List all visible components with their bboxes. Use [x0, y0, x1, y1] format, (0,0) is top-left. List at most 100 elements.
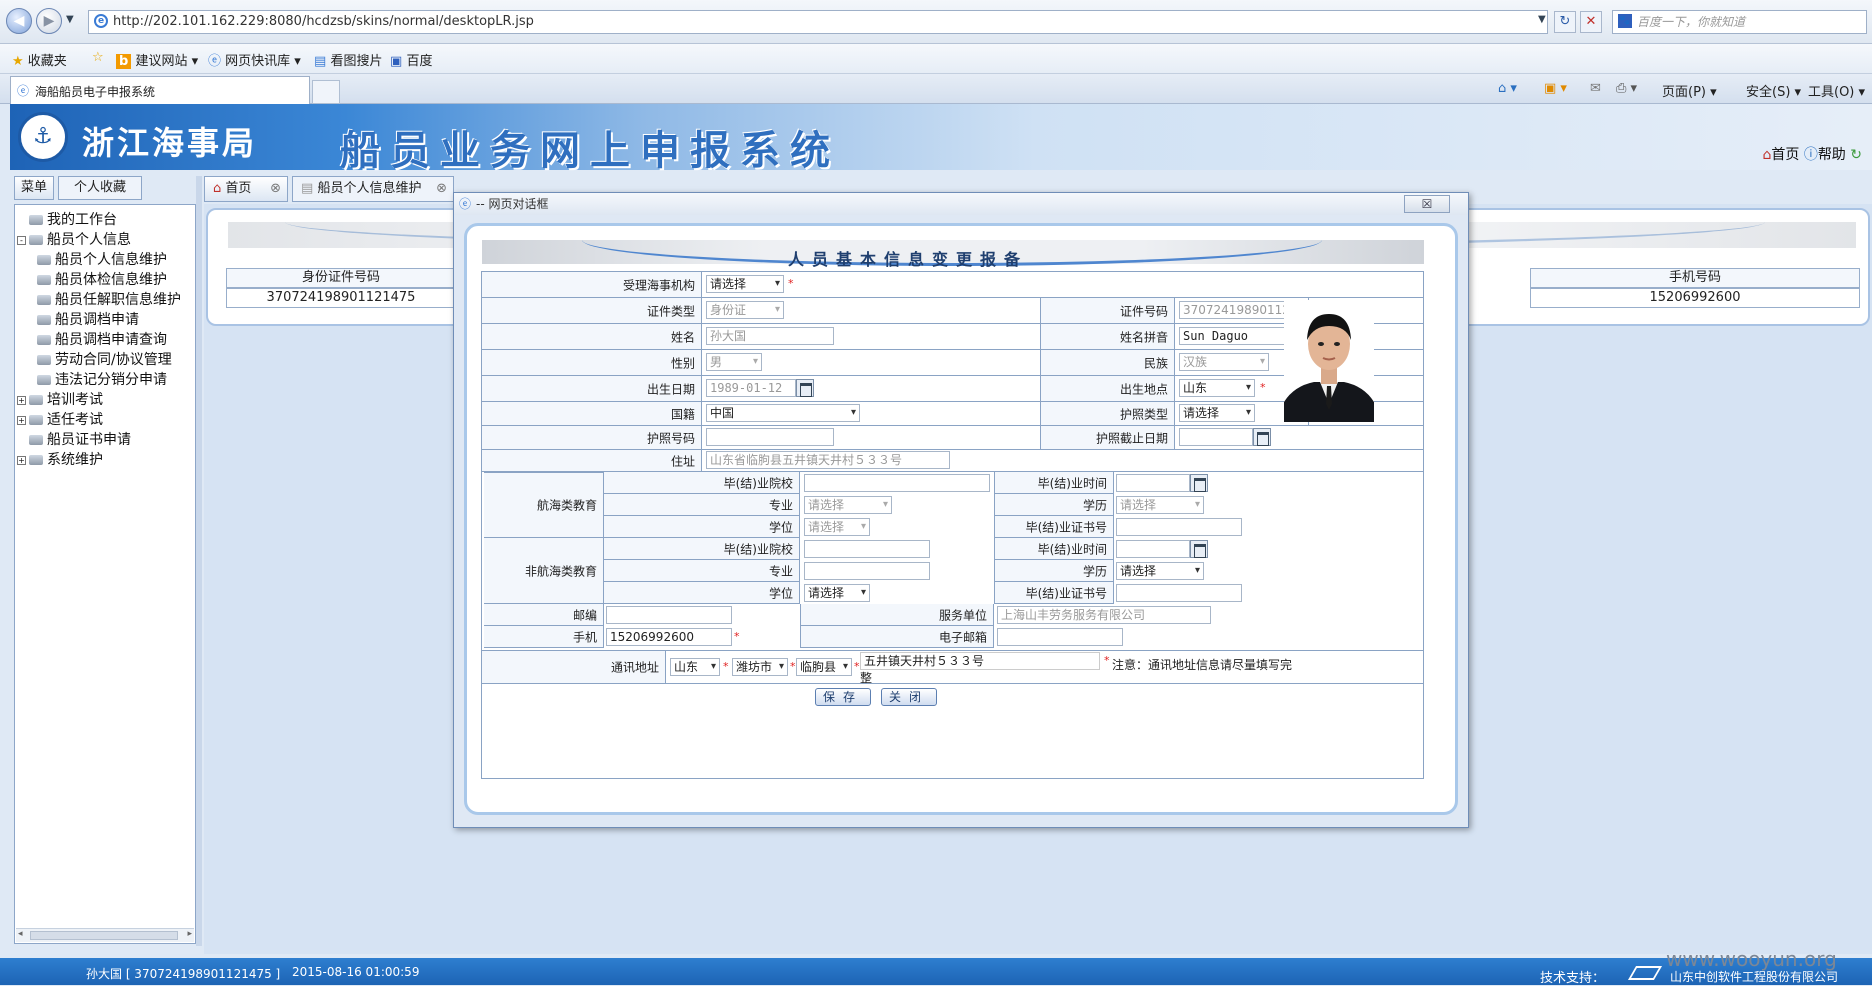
tree-item[interactable]: 船员调档申请 — [37, 309, 139, 329]
mail-city-select[interactable]: 潍坊市 — [732, 658, 788, 676]
close-button[interactable]: 关闭 — [881, 688, 937, 706]
browser-tab-active[interactable]: ⓔ 海船船员电子申报系统 — [10, 76, 310, 104]
n-grad-cert-input[interactable] — [1116, 584, 1242, 602]
favorites-button[interactable]: ★ 收藏夹 — [12, 50, 67, 69]
n-grad-school-input[interactable] — [804, 540, 930, 558]
tree-item[interactable]: + 适任考试 — [17, 409, 103, 429]
print-icon[interactable]: ⎙ ▾ — [1616, 81, 1637, 96]
collapse-icon[interactable]: - — [17, 235, 26, 245]
grid-col-phone[interactable]: 手机号码 — [1530, 268, 1860, 288]
new-tab-button[interactable] — [312, 80, 340, 104]
url-input[interactable]: e http://202.101.162.229:8080/hcdzsb/skin… — [88, 10, 1548, 34]
tree-item[interactable]: 劳动合同/协议管理 — [37, 349, 172, 369]
close-tab-icon[interactable]: ⊗ — [436, 177, 447, 201]
m-edu-level-select[interactable]: 请选择 — [1116, 496, 1204, 514]
grid-cell-phone[interactable]: 15206992600 — [1530, 288, 1860, 308]
gender-select[interactable]: 男 — [706, 353, 762, 371]
expand-icon[interactable]: + — [17, 415, 26, 425]
mail-county-select[interactable]: 临朐县 — [796, 658, 852, 676]
forward-button[interactable]: ▶ — [36, 8, 62, 34]
rss-icon[interactable]: ▣ ▾ — [1544, 81, 1567, 96]
tab-home[interactable]: ⌂ 首页 ⊗ — [204, 176, 288, 202]
tab-menu[interactable]: 菜单 — [14, 176, 54, 200]
url-dropdown-icon[interactable]: ▼ — [1538, 14, 1546, 25]
tree-item[interactable]: 船员体检信息维护 — [37, 269, 167, 289]
expand-icon[interactable]: + — [17, 455, 26, 465]
nationality-select[interactable]: 中国 — [706, 404, 860, 422]
save-button[interactable]: 保存 — [815, 688, 871, 706]
label-id-type: 证件类型 — [482, 298, 702, 323]
id-type-select[interactable]: 身份证 — [706, 301, 784, 319]
m-grad-school-input[interactable] — [804, 474, 990, 492]
m-major-select[interactable]: 请选择 — [804, 496, 892, 514]
n-degree-select[interactable]: 请选择 — [804, 584, 870, 602]
mobile-input[interactable]: 15206992600 — [606, 628, 732, 646]
tree-item[interactable]: 船员任解职信息维护 — [37, 289, 181, 309]
web-slice-link[interactable]: ⓔ 网页快讯库 ▾ — [208, 50, 301, 69]
page-menu[interactable]: 页面(P) ▾ — [1662, 81, 1717, 100]
dialog-close-button[interactable]: ☒ — [1404, 195, 1450, 213]
n-major-input[interactable] — [804, 562, 930, 580]
name-input[interactable]: 孙大国 — [706, 327, 834, 345]
help-link[interactable]: ⓘ帮助 — [1804, 147, 1846, 163]
m-degree-select[interactable]: 请选择 — [804, 518, 870, 536]
n-edu-level-select[interactable]: 请选择 — [1116, 562, 1204, 580]
passport-type-select[interactable]: 请选择 — [1179, 404, 1255, 422]
grid-col-idnum[interactable]: 身份证件号码 — [226, 268, 456, 288]
calendar-icon[interactable] — [1190, 540, 1208, 558]
ethnicity-select[interactable]: 汉族 — [1179, 353, 1269, 371]
stop-icon[interactable]: ✕ — [1580, 11, 1602, 33]
image-search-link[interactable]: ▤ 看图搜片 — [314, 50, 382, 69]
tree-horizontal-scrollbar[interactable]: ◂ ▸ — [16, 928, 194, 942]
email-input[interactable] — [997, 628, 1123, 646]
tree-item[interactable]: + 系统维护 — [17, 449, 103, 469]
suggested-sites-link[interactable]: b 建议网站 ▾ — [116, 50, 198, 69]
home-icon[interactable]: ⌂ ▾ — [1498, 81, 1517, 96]
tree-item-label: 培训考试 — [47, 392, 103, 408]
tree-item[interactable]: 我的工作台 — [17, 209, 117, 229]
baidu-link[interactable]: ▣ 百度 — [390, 50, 432, 69]
tools-menu[interactable]: 工具(O) ▾ — [1808, 81, 1865, 100]
mail-icon[interactable]: ✉ — [1590, 81, 1601, 96]
tab-crew-info[interactable]: ▤ 船员个人信息维护 ⊗ — [292, 176, 454, 202]
back-button[interactable]: ◀ — [6, 8, 32, 34]
scroll-right-icon[interactable]: ▸ — [187, 929, 192, 939]
search-input[interactable]: 🐾 百度一下，你就知道 — [1612, 10, 1867, 34]
tab-personal-favorites[interactable]: 个人收藏 — [58, 176, 142, 200]
n-grad-time-input[interactable] — [1116, 540, 1190, 558]
tree-item[interactable]: - 船员个人信息 — [17, 229, 131, 249]
m-grad-cert-input[interactable] — [1116, 518, 1242, 536]
tree-item[interactable]: 船员证书申请 — [17, 429, 131, 449]
tree-item[interactable]: 船员个人信息维护 — [37, 249, 167, 269]
safety-menu[interactable]: 安全(S) ▾ — [1746, 81, 1801, 100]
panel-splitter[interactable] — [196, 176, 202, 946]
m-grad-time-input[interactable] — [1116, 474, 1190, 492]
refresh-icon[interactable]: ↻ — [1554, 11, 1576, 33]
birth-date-input[interactable]: 1989-01-12 — [706, 379, 796, 397]
grid-cell-idnum[interactable]: 370724198901121475 — [226, 288, 456, 308]
scroll-thumb[interactable] — [30, 931, 178, 940]
tree-item[interactable]: 违法记分销分申请 — [37, 369, 167, 389]
calendar-icon[interactable] — [1190, 474, 1208, 492]
home-link[interactable]: ⌂首页 — [1762, 147, 1799, 163]
exit-icon[interactable]: ↻ — [1850, 147, 1862, 163]
agency-select[interactable]: 请选择 — [706, 275, 784, 293]
label-m-degree: 学位 — [604, 516, 800, 538]
tree-item[interactable]: 船员调档申请查询 — [37, 329, 167, 349]
passport-expiry-input[interactable] — [1179, 428, 1253, 446]
calendar-icon[interactable] — [796, 379, 814, 397]
scroll-left-icon[interactable]: ◂ — [18, 929, 23, 939]
history-dropdown-icon[interactable]: ▼ — [66, 14, 74, 25]
postcode-input[interactable] — [606, 606, 732, 624]
birth-place-select[interactable]: 山东 — [1179, 379, 1255, 397]
passport-no-input[interactable] — [706, 428, 834, 446]
tree-item[interactable]: + 培训考试 — [17, 389, 103, 409]
expand-icon[interactable]: + — [17, 395, 26, 405]
mail-detail-input[interactable]: 五井镇天井村５３３号 — [860, 652, 1100, 670]
calendar-icon[interactable] — [1253, 428, 1271, 446]
employer-input[interactable]: 上海山丰劳务服务有限公司 — [997, 606, 1211, 624]
address-input[interactable]: 山东省临朐县五井镇天井村５３３号 — [706, 451, 950, 469]
close-tab-icon[interactable]: ⊗ — [270, 177, 281, 201]
add-favorite-icon[interactable]: ☆ — [92, 50, 104, 65]
mail-province-select[interactable]: 山东 — [670, 658, 720, 676]
